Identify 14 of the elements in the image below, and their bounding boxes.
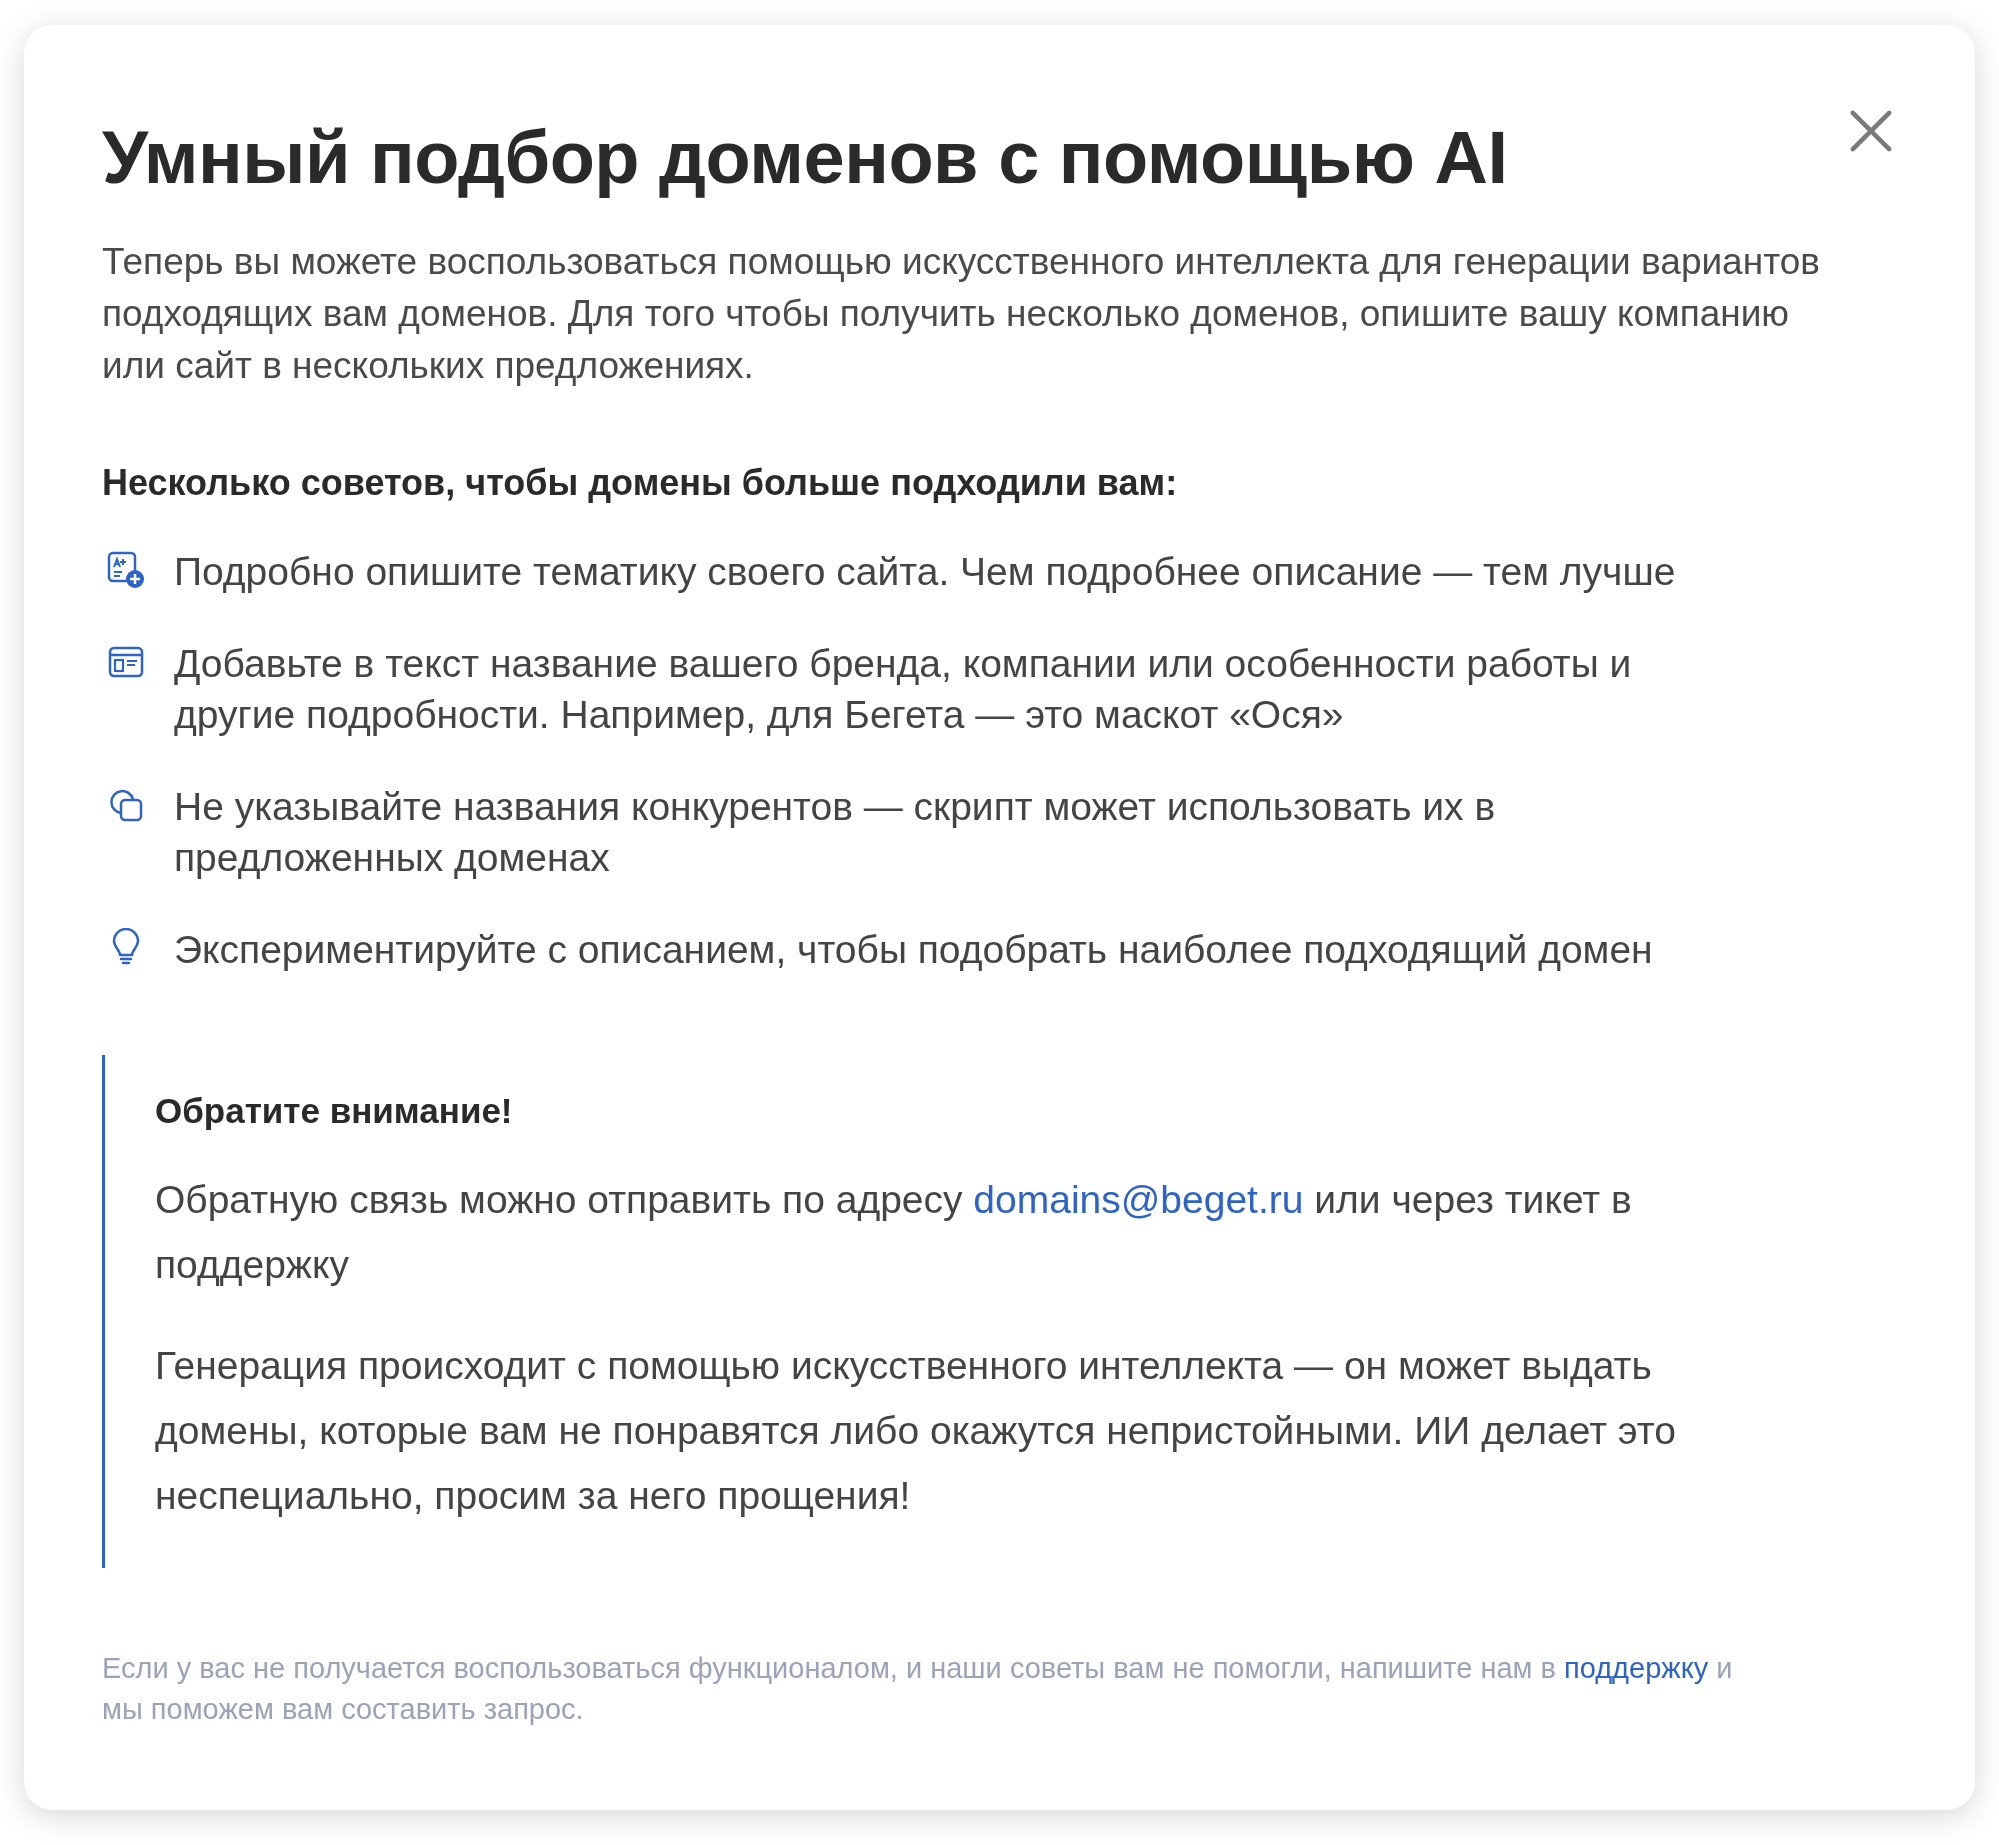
notice-heading: Обратите внимание! xyxy=(155,1091,514,1131)
tip-text: Подробно опишите тематику своего сайта. Чем подробнее описание — тем лучше xyxy=(174,549,1676,595)
email-link[interactable]: domains@beget.ru xyxy=(973,1178,1304,1221)
notice-paragraph: Обратную связь можно отправить по адресу domains@beget.ru или через тикет в поддержку xyxy=(155,1177,1633,1288)
intro-paragraph: Теперь вы можете воспользоваться помощью искусственного интеллекта для генерации вариантов подходящих вам доменов. Для того чтобы получить несколько доменов, опишите вашу компанию или сайт в нескольких предложениях. xyxy=(102,240,1821,388)
document-plus-icon xyxy=(106,550,146,590)
support-link[interactable]: поддержку xyxy=(1564,1652,1709,1684)
tips-heading: Несколько советов, чтобы домены больше подходили вам: xyxy=(102,462,1179,504)
tip-text: Не указывайте названия конкурентов — скрипт может использовать их в предложенных доменах xyxy=(174,784,1497,881)
tip-text: Добавьте в текст название вашего бренда, компании или особенности работы и другие подробности. Например, для Бегета — это маскот «Ося» xyxy=(174,641,1633,738)
dialog-title: Умный подбор доменов с помощью AI xyxy=(102,115,1508,200)
notice-paragraph: Генерация происходит с помощью искусственного интеллекта — он может выдать домены, которые вам не понравятся либо окажутся непристойными. ИИ делает это неспециально, просим за него прощения! xyxy=(155,1343,1677,1519)
tip-text: Экспериментируйте с описанием, чтобы подобрать наиболее подходящий домен xyxy=(174,927,1653,973)
footer-note: Если у вас не получается воспользоваться функционалом, и наши советы вам не помогли, напишите нам в поддержку и мы поможем вам составить запрос. xyxy=(102,1651,1734,1727)
